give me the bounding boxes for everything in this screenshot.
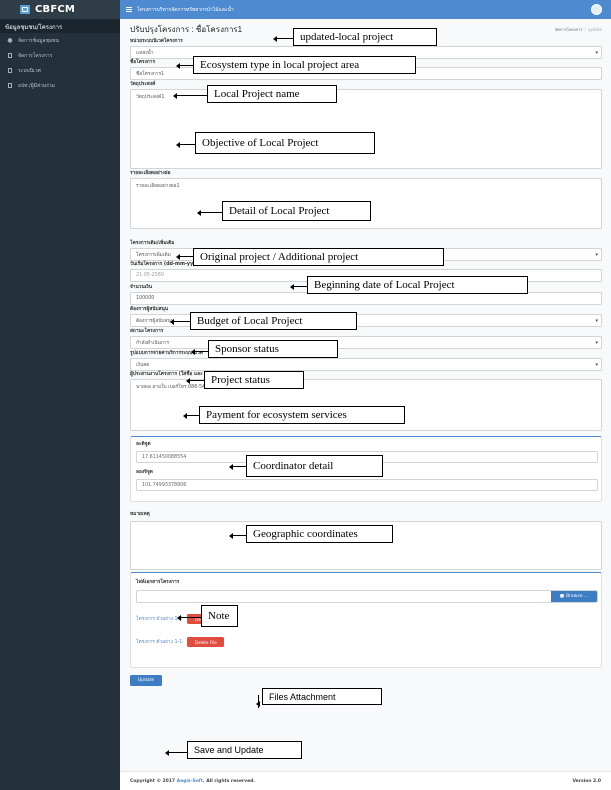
status-select[interactable]: กำลังดำเนินการ [130, 336, 602, 349]
annotation-budget: Budget of Local Project [190, 312, 357, 330]
payment-select[interactable]: เงินสด [130, 358, 602, 371]
brand-name: CBFCM [35, 4, 76, 15]
annotation-save: Save and Update [187, 741, 302, 759]
company-link[interactable]: Aegis-Soft [177, 779, 203, 784]
annotation-arrow [176, 141, 195, 148]
annotation-arrow [183, 412, 199, 419]
sidebar-item-label: จัดการโครงการ [18, 52, 53, 59]
annotation-coordinates: Geographic coordinates [246, 525, 393, 543]
annotation-note: Note [201, 605, 238, 627]
file-row: โครงการ ตัวอย่าง 1-1 Delete File [136, 637, 225, 647]
brand-logo-icon [20, 5, 30, 14]
annotation-arrow [191, 348, 208, 355]
breadcrumb: จัดการโครงการ / update [555, 26, 602, 32]
browse-label: Browse ... [566, 594, 589, 599]
sidebar-item-ecosystem[interactable]: ระบบนิเวศ [0, 63, 120, 78]
annotation-coordinator: Coordinator detail [246, 455, 383, 477]
file-link[interactable]: โครงการ ตัวอย่าง 1-1 [136, 638, 182, 646]
sidebar-item-community[interactable]: ● จัดการข้อมูลชุมชน [0, 33, 120, 48]
version-text: Version 2.0 [572, 778, 601, 784]
annotation-type: Original project / Additional project [193, 248, 444, 266]
objective-textarea[interactable]: วัตถุประสงค์1 [130, 89, 602, 169]
annotation-arrow [165, 749, 187, 756]
coordinator-label: ผู้ประสานงานโครงการ (ใส่ชื่อ และ เบอร์ติ… [130, 372, 229, 377]
annotation-arrow [186, 377, 204, 384]
project-type-label: โครงการเดิม/เพิ่มเติม [130, 241, 175, 246]
menu-icon[interactable] [126, 7, 132, 12]
topbar-title: โครงการบริหารจัดการทรัพยากรป่าไม้และน้ำ [137, 6, 234, 13]
annotation-name: Local Project name [207, 85, 337, 103]
annotation-arrow [170, 318, 190, 325]
annotation-arrow [173, 92, 207, 99]
brand[interactable]: CBFCM [0, 0, 120, 19]
annotation-arrow [229, 532, 246, 539]
annotation-files: Files Attachment [262, 688, 382, 705]
browse-button[interactable]: ■ Browse ... [551, 591, 597, 602]
annotation-arrow [197, 209, 222, 216]
sidebar-header[interactable]: ข้อมูลชุมชน/โครงการ [0, 19, 120, 33]
sidebar-item-projects[interactable]: จัดการโครงการ [0, 48, 120, 63]
files-label: ไฟล์เอกสารโครงการ [136, 580, 180, 585]
footer: Copyright © 2017 Aegis-Soft. All rights … [120, 771, 611, 790]
longitude-input[interactable]: 101.74993378806 [136, 479, 598, 491]
sidebar-item-label: อปท./ผู้มีส่วนร่วม [18, 82, 56, 89]
document-icon [7, 68, 13, 74]
annotation-status: Project status [204, 371, 304, 389]
latitude-label: ละติจูด [136, 442, 151, 447]
annotation-payment: Payment for ecosystem services [199, 406, 405, 424]
annotation-detail: Detail of Local Project [222, 201, 371, 221]
users-icon: ● [7, 37, 13, 44]
annotation-ecosystem: Ecosystem type in local project area [193, 56, 416, 74]
annotation-date: Beginning date of Local Project [307, 276, 528, 294]
objective-label: วัตถุประสงค์ [130, 82, 156, 87]
delete-file-button[interactable]: Delete File [187, 637, 225, 647]
annotation-arrow [273, 35, 293, 42]
sidebar-item-label: ระบบนิเวศ [18, 67, 41, 74]
update-button[interactable]: Update [130, 675, 162, 686]
annotation-title: updated-local project [293, 28, 437, 46]
note-label: หมายเหตุ [130, 512, 150, 517]
page-title: ปรับปรุงโครงการ : ชื่อโครงการ1 [130, 24, 243, 34]
annotation-arrow [177, 614, 201, 621]
sidebar-item-label: จัดการข้อมูลชุมชน [18, 37, 59, 44]
annotation-bracket [258, 695, 259, 708]
file-input[interactable]: ■ Browse ... [136, 590, 598, 603]
topbar: โครงการบริหารจัดการทรัพยากรป่าไม้และน้ำ [120, 0, 611, 19]
document-icon [7, 53, 13, 59]
document-icon [7, 83, 13, 89]
file-link[interactable]: โครงการ ตัวอย่าง 1-2 [136, 615, 182, 623]
annotation-arrow [290, 283, 307, 290]
user-avatar-icon[interactable] [591, 4, 602, 15]
annotation-objective: Objective of Local Project [195, 132, 375, 154]
breadcrumb-current: update [587, 26, 602, 32]
annotation-arrow [229, 463, 246, 470]
detail-label: รายละเอียดอย่างย่อ [130, 171, 171, 176]
annotation-arrow [176, 62, 193, 69]
sidebar-item-participants[interactable]: อปท./ผู้มีส่วนร่วม [0, 78, 120, 93]
breadcrumb-link[interactable]: จัดการโครงการ [555, 27, 583, 32]
sidebar: CBFCM ข้อมูลชุมชน/โครงการ ● จัดการข้อมูล… [0, 0, 120, 790]
copyright: Copyright © 2017 Aegis-Soft. All rights … [130, 778, 256, 784]
annotation-arrow [176, 253, 193, 260]
folder-open-icon: ■ [559, 594, 565, 599]
annotation-sponsor: Sponsor status [208, 340, 338, 358]
